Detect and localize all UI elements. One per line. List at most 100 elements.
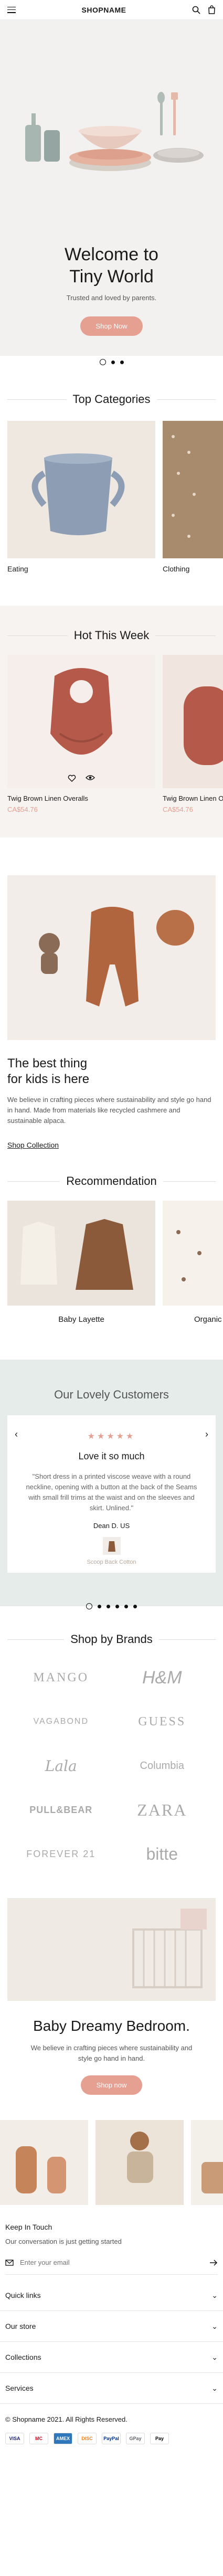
product-price: CA$54.76 xyxy=(163,805,193,813)
hero-carousel-dots xyxy=(0,359,223,365)
shop-collection-link[interactable]: Shop Collection xyxy=(7,1141,216,1149)
chevron-down-icon: ⌄ xyxy=(211,2352,218,2361)
google-pay-icon: GPay xyxy=(126,2433,145,2444)
bag-icon[interactable] xyxy=(208,5,216,14)
carousel-dot[interactable] xyxy=(107,1604,110,1608)
hero-shop-button[interactable]: Shop Now xyxy=(80,316,143,336)
bedroom-title: Baby Dreamy Bedroom. xyxy=(33,2018,190,2034)
product-card[interactable]: Twig Brown Linen Overalls CA$54.76 xyxy=(7,655,155,813)
section-title-customers: Our Lovely Customers xyxy=(54,1388,169,1401)
brand-logo[interactable]: VAGABOND xyxy=(10,1711,112,1732)
product-name[interactable]: Twig Brown Linen Overalls xyxy=(7,794,155,802)
carousel-dot[interactable] xyxy=(99,359,106,365)
product-image xyxy=(163,655,223,788)
brand-logo[interactable]: MANGO xyxy=(10,1667,112,1688)
hot-carousel: Twig Brown Linen Overalls CA$54.76 Twig … xyxy=(0,655,223,813)
carousel-dot[interactable] xyxy=(120,360,124,364)
paypal-icon: PayPal xyxy=(102,2433,121,2444)
brands-grid: MANGO H&M VAGABOND GUESS Lala Columbia P… xyxy=(0,1667,223,1864)
testimonial-product-thumb xyxy=(102,1537,121,1555)
product-name[interactable]: Twig Brown Linen Overalls xyxy=(163,794,223,802)
bedroom-image xyxy=(7,1898,216,2001)
footer-row-label: Collections xyxy=(5,2353,41,2361)
page: SHOPNAME Welcome to Tiny World Trusted a… xyxy=(0,0,223,2576)
recommendation-card[interactable]: Organic xyxy=(163,1201,223,1324)
mastercard-icon: MC xyxy=(29,2433,48,2444)
footer-row-quick-links[interactable]: Quick links ⌄ xyxy=(0,2280,223,2311)
newsletter: Keep In Touch Our conversation is just g… xyxy=(0,2210,223,2275)
gallery-image[interactable] xyxy=(0,2120,88,2205)
category-label: Eating xyxy=(7,565,28,573)
footer-row-label: Quick links xyxy=(5,2291,41,2299)
promo-body: We believe in crafting pieces where sust… xyxy=(7,1096,211,1125)
category-image xyxy=(163,421,223,558)
testimonial-body: "Short dress in a printed viscose weave … xyxy=(26,1472,197,1512)
arrow-right-icon[interactable] xyxy=(209,2259,218,2266)
brand-logo[interactable]: Columbia xyxy=(112,1755,213,1776)
product-price: CA$54.76 xyxy=(7,805,38,813)
brand-logo[interactable]: FOREVER 21 xyxy=(10,1843,112,1864)
hot-this-week-section: Hot This Week Twig Brown Linen Overalls … xyxy=(0,606,223,838)
chevron-down-icon: ⌄ xyxy=(211,2383,218,2392)
brand-logo[interactable]: GUESS xyxy=(112,1711,213,1732)
brand-logo[interactable]: PULL&BEAR xyxy=(10,1799,112,1820)
testimonial-product[interactable]: Scoop Back Cotton xyxy=(23,1559,200,1565)
categories-carousel: Eating Clothing xyxy=(0,421,223,573)
discover-icon: DISC xyxy=(78,2433,97,2444)
bedroom-shop-button[interactable]: Shop now xyxy=(80,2075,143,2095)
testimonial-title: Love it so much xyxy=(78,1451,145,1461)
brand-logo[interactable]: bitte xyxy=(112,1843,213,1864)
brand-logo[interactable]: ZARA xyxy=(112,1799,213,1820)
hero-subtitle: Trusted and loved by parents. xyxy=(66,294,157,302)
amex-icon: AMEX xyxy=(54,2433,72,2444)
newsletter-form xyxy=(5,2251,218,2275)
carousel-dot[interactable] xyxy=(133,1604,137,1608)
carousel-dot[interactable] xyxy=(98,1604,101,1608)
gallery-image[interactable] xyxy=(95,2120,184,2205)
email-input[interactable] xyxy=(20,2259,209,2266)
product-image xyxy=(7,655,155,788)
logo[interactable]: SHOPNAME xyxy=(82,6,126,14)
newsletter-subtitle: Our conversation is just getting started xyxy=(5,2238,122,2245)
visa-icon: VISA xyxy=(5,2433,24,2444)
product-card[interactable]: Twig Brown Linen Overalls CA$54.76 xyxy=(163,655,223,813)
testimonial-dots xyxy=(0,1603,223,1609)
promo-image xyxy=(7,875,216,1040)
testimonial-prev-icon[interactable]: ‹ xyxy=(15,1429,18,1440)
recommendation-image xyxy=(163,1201,223,1306)
hero-title: Welcome to Tiny World xyxy=(65,245,158,287)
recommendation-name[interactable]: Baby Layette xyxy=(7,1315,155,1324)
carousel-dot[interactable] xyxy=(111,360,115,364)
payment-icons: VISA MC AMEX DISC PayPal GPay Pay xyxy=(0,2423,223,2444)
chevron-down-icon: ⌄ xyxy=(211,2291,218,2299)
footer-row-collections[interactable]: Collections ⌄ xyxy=(0,2342,223,2373)
newsletter-title: Keep In Touch xyxy=(5,2223,52,2231)
carousel-dot[interactable] xyxy=(124,1604,128,1608)
bedroom-body: We believe in crafting pieces where sust… xyxy=(30,2044,193,2062)
section-title-recommendation: Recommendation xyxy=(0,1174,223,1188)
menu-icon[interactable] xyxy=(7,6,16,13)
footer-row-services[interactable]: Services ⌄ xyxy=(0,2373,223,2404)
chevron-down-icon: ⌄ xyxy=(211,2321,218,2330)
footer-row-label: Our store xyxy=(5,2322,36,2330)
eye-icon[interactable] xyxy=(86,775,95,781)
testimonial-next-icon[interactable]: › xyxy=(205,1429,208,1440)
heart-icon[interactable] xyxy=(68,775,76,782)
footer-row-our-store[interactable]: Our store ⌄ xyxy=(0,2311,223,2342)
carousel-dot[interactable] xyxy=(115,1604,119,1608)
apple-pay-icon: Pay xyxy=(150,2433,169,2444)
brand-logo[interactable]: Lala xyxy=(10,1755,112,1776)
customers-section: Our Lovely Customers ‹ › ★★★★★ Love it s… xyxy=(0,1360,223,1609)
category-card[interactable]: Clothing xyxy=(163,421,223,573)
recommendation-name[interactable]: Organic xyxy=(163,1315,223,1324)
promo-title: The best thing for kids is here xyxy=(7,1056,90,1086)
recommendation-card[interactable]: Baby Layette xyxy=(7,1201,155,1324)
search-icon[interactable] xyxy=(192,6,200,14)
category-card[interactable]: Eating xyxy=(7,421,155,573)
brand-logo[interactable]: H&M xyxy=(112,1667,213,1688)
hero-banner: Welcome to Tiny World Trusted and loved b… xyxy=(0,20,223,365)
carousel-dot[interactable] xyxy=(86,1603,92,1609)
gallery-image[interactable] xyxy=(191,2120,223,2205)
category-image xyxy=(7,421,155,558)
recommendation-carousel: Baby Layette Organic xyxy=(0,1201,223,1324)
